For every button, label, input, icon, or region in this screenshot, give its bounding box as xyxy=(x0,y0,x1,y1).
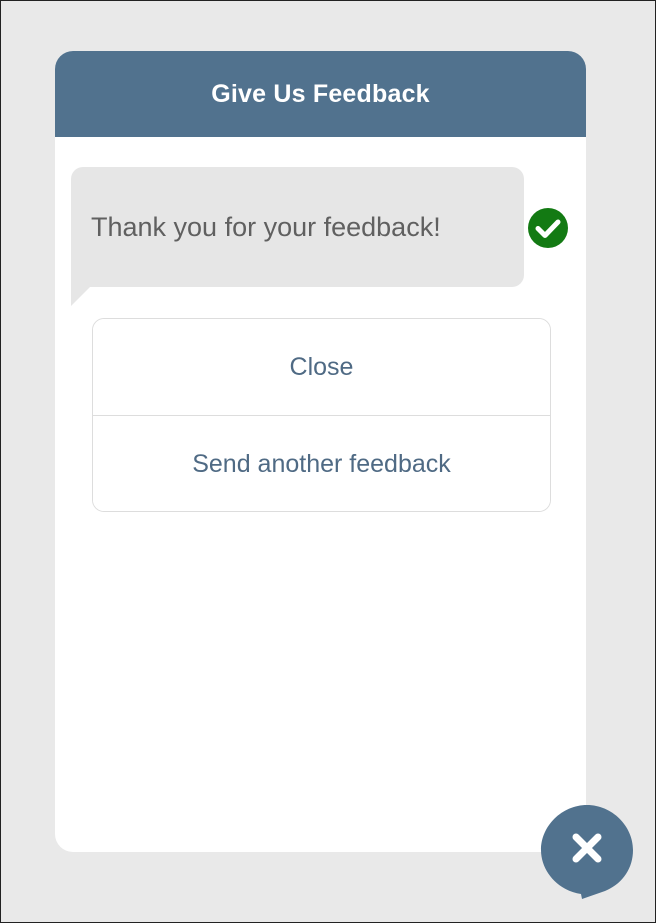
message-text: Thank you for your feedback! xyxy=(91,211,441,242)
action-list: Close Send another feedback xyxy=(92,318,551,512)
feedback-widget: Give Us Feedback Thank you for your feed… xyxy=(55,51,586,852)
close-chat-button[interactable] xyxy=(539,803,635,899)
bubble-tail xyxy=(71,287,90,306)
widget-header: Give Us Feedback xyxy=(55,51,586,137)
widget-title: Give Us Feedback xyxy=(211,79,430,108)
send-another-feedback-button[interactable]: Send another feedback xyxy=(93,415,550,511)
close-button-label: Close xyxy=(289,352,354,381)
check-circle-icon xyxy=(528,208,568,248)
message-bubble: Thank you for your feedback! xyxy=(71,167,524,287)
send-another-feedback-label: Send another feedback xyxy=(192,449,451,478)
close-button[interactable]: Close xyxy=(93,319,550,415)
page-background: { "widget": { "title": "Give Us Feedback… xyxy=(0,0,656,923)
